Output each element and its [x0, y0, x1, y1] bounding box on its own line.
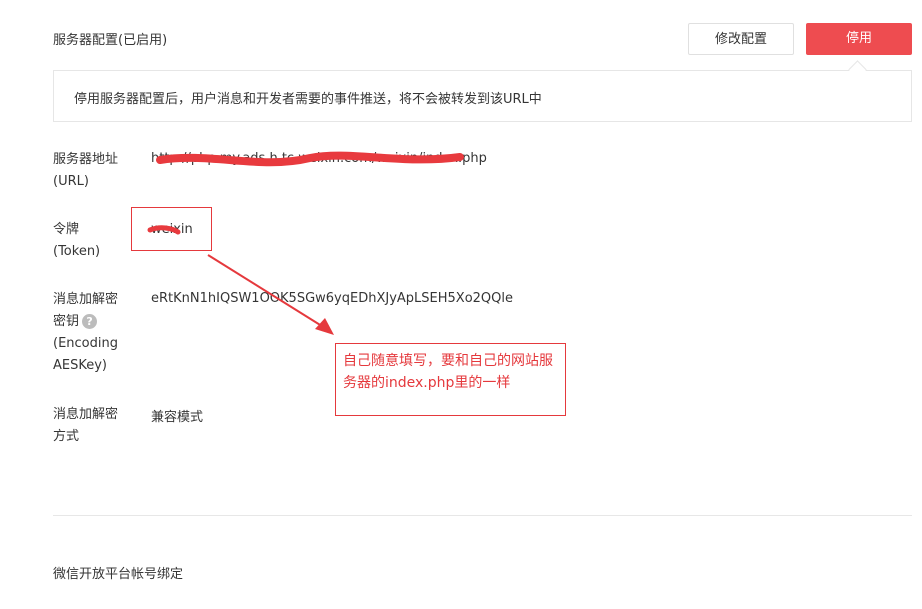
- arrow-head: [315, 318, 334, 335]
- redaction-scribble: [156, 151, 464, 167]
- arrow-line: [207, 254, 326, 329]
- token-redaction-scribble: [147, 225, 181, 235]
- annotation-overlay: [147, 151, 464, 335]
